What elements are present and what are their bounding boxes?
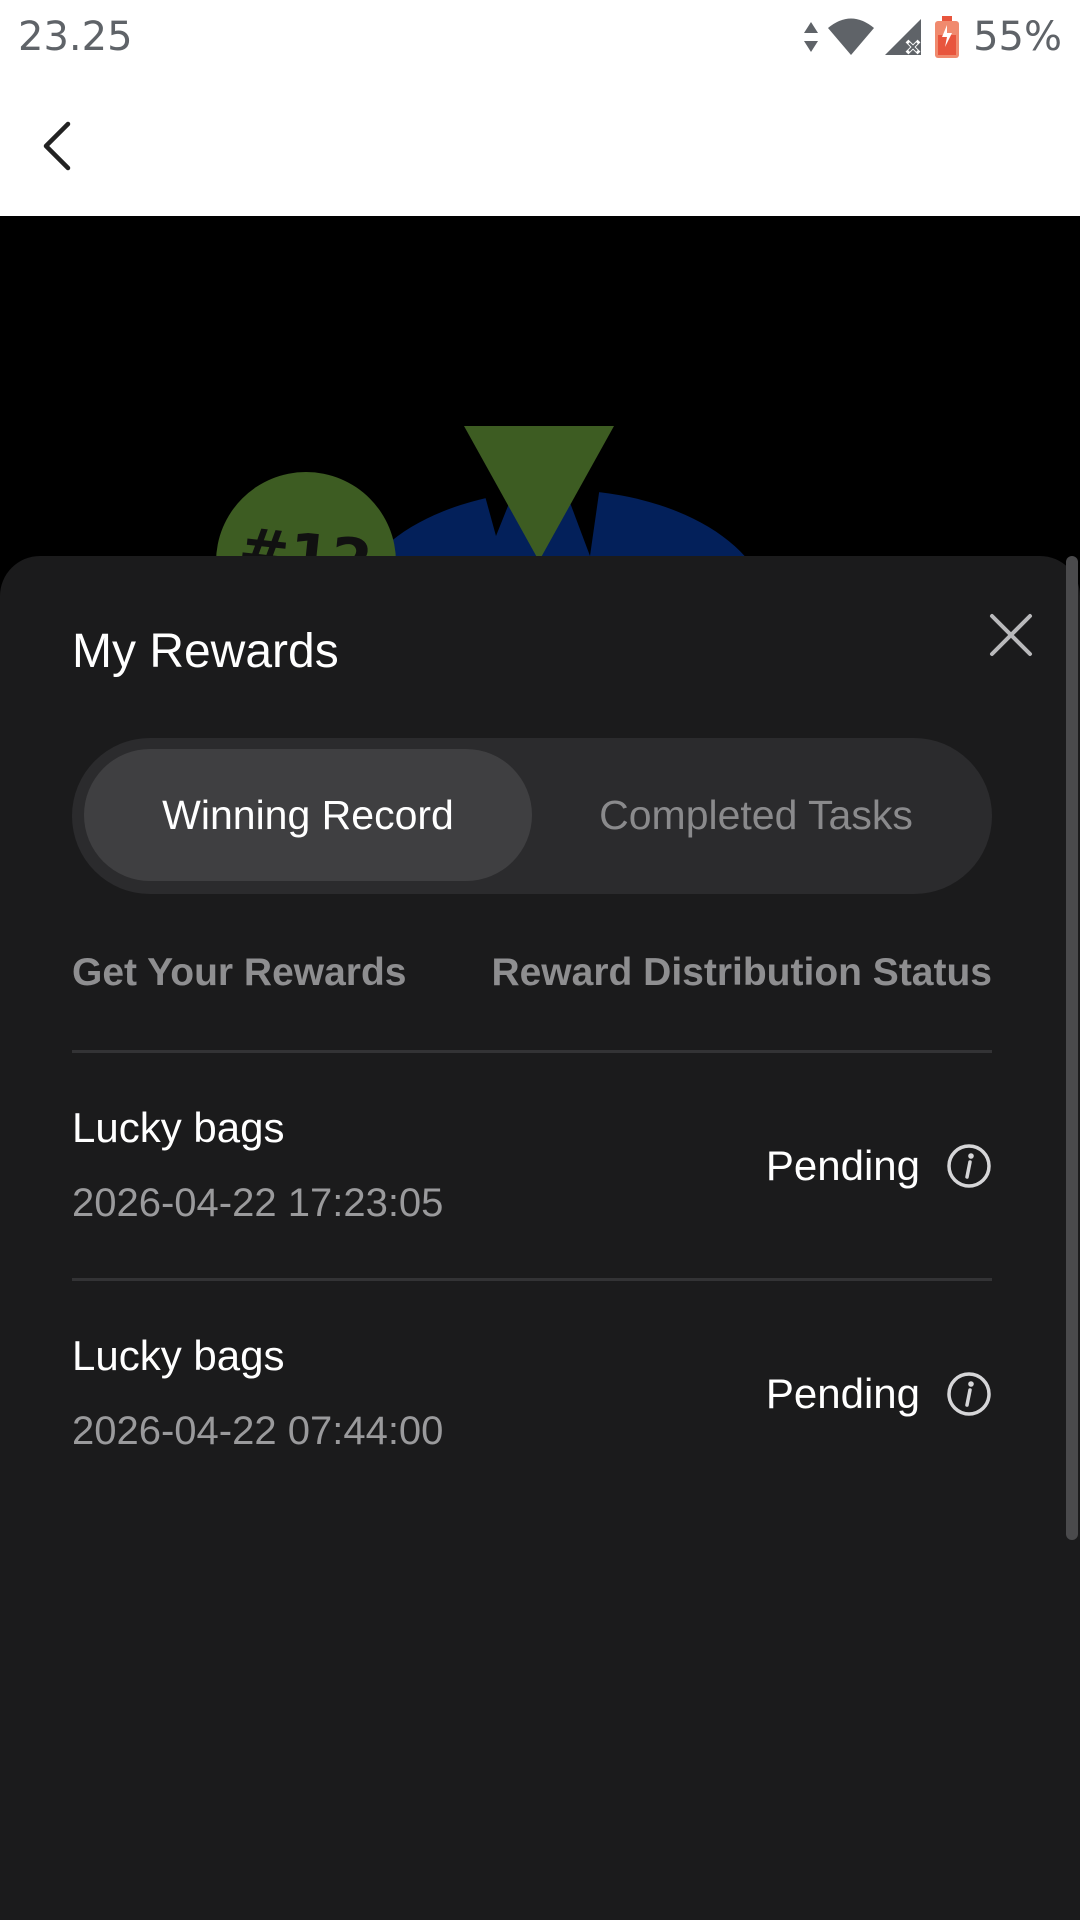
status-bar: 23.25 55% xyxy=(0,0,1080,76)
info-icon xyxy=(947,1372,991,1416)
close-button[interactable] xyxy=(980,604,1042,666)
info-button[interactable] xyxy=(946,1143,992,1189)
reward-date: 2026-04-22 07:44:00 xyxy=(72,1409,444,1453)
info-button[interactable] xyxy=(946,1371,992,1417)
reward-status: Pending xyxy=(765,1370,920,1417)
rewards-tab-switcher: Winning Record Completed Tasks xyxy=(72,738,992,894)
sheet-title: My Rewards xyxy=(72,625,339,678)
column-header-rewards: Get Your Rewards xyxy=(72,951,407,994)
list-item: Lucky bags 2026-04-22 07:44:00 Pending xyxy=(72,1281,992,1503)
battery-icon xyxy=(935,16,960,58)
wifi-icon xyxy=(828,18,875,55)
cell-signal-icon xyxy=(885,19,922,55)
reward-title: Lucky bags xyxy=(72,1332,285,1379)
tab-completed-tasks[interactable]: Completed Tasks xyxy=(532,749,980,881)
tab-winning-record[interactable]: Winning Record xyxy=(84,749,532,881)
data-arrows-icon xyxy=(804,22,819,52)
rewards-sheet: My Rewards Winning Record Completed Task… xyxy=(0,556,1080,1920)
status-icons: 55% xyxy=(803,12,1062,62)
battery-percent: 55% xyxy=(973,14,1062,60)
close-icon xyxy=(990,614,1032,656)
scrollbar[interactable] xyxy=(1066,556,1078,1540)
reward-date: 2026-04-22 17:23:05 xyxy=(72,1181,444,1225)
status-time: 23.25 xyxy=(18,14,133,60)
app-bar xyxy=(0,76,1080,216)
info-icon xyxy=(947,1144,991,1188)
reward-status: Pending xyxy=(765,1142,920,1189)
reward-title: Lucky bags xyxy=(72,1104,285,1151)
column-header-status: Reward Distribution Status xyxy=(491,951,992,994)
chevron-left-icon xyxy=(43,121,71,171)
list-item: Lucky bags 2026-04-22 17:23:05 Pending xyxy=(72,1053,992,1275)
back-button[interactable] xyxy=(26,104,90,188)
